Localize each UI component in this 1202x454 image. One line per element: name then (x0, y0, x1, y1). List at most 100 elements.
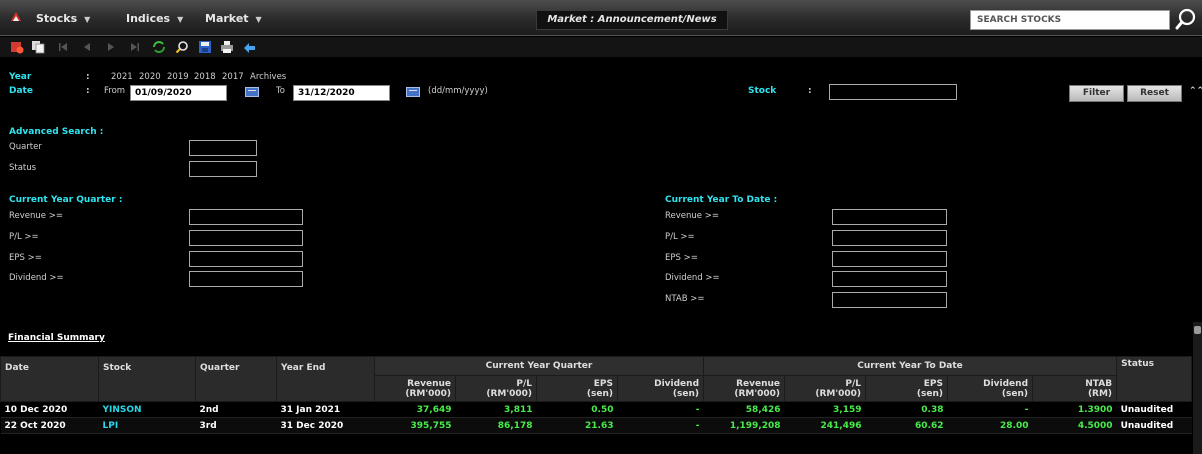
cyq-eps-field[interactable] (189, 251, 303, 267)
cell-q-dividend: - (617, 417, 704, 434)
cytd-revenue-field[interactable] (832, 209, 947, 225)
cyq-revenue-field[interactable] (189, 209, 303, 225)
cell-date: 22 Oct 2020 (0, 417, 99, 434)
calendar-icon[interactable] (406, 87, 420, 97)
cell-ytd-revenue: 58,426 (703, 401, 785, 418)
menu-indices[interactable]: Indices ▼ (126, 12, 183, 25)
colon: : (808, 86, 812, 96)
back-icon[interactable] (243, 40, 257, 54)
cytd-ntab-label: NTAB >= (665, 294, 705, 304)
cytd-revenue-label: Revenue >= (665, 211, 719, 221)
col-year-end[interactable]: Year End (276, 356, 375, 402)
current-year-to-date-title: Current Year To Date : (665, 195, 778, 205)
status-field[interactable] (189, 161, 257, 177)
to-date-field[interactable] (293, 85, 390, 101)
col-q-pl[interactable]: P/L (RM'000) (455, 375, 537, 402)
cytd-pl-field[interactable] (832, 230, 947, 246)
first-icon[interactable] (56, 40, 70, 54)
scrollbar-thumb[interactable] (1194, 326, 1201, 334)
year-link-archives[interactable]: Archives (250, 72, 286, 82)
find-icon[interactable] (175, 40, 189, 54)
cytd-eps-field[interactable] (832, 251, 947, 267)
year-link-2019[interactable]: 2019 (167, 72, 189, 82)
col-date[interactable]: Date (0, 356, 99, 402)
chevron-down-icon: ▼ (255, 15, 262, 24)
col-ntab[interactable]: NTAB (RM) (1032, 375, 1118, 402)
cell-q-revenue: 395,755 (374, 417, 456, 434)
col-q-revenue[interactable]: Revenue (RM'000) (374, 375, 456, 402)
stop-icon[interactable] (10, 40, 24, 54)
cyq-dividend-label: Dividend >= (9, 273, 64, 283)
reset-button[interactable]: Reset (1127, 85, 1182, 102)
cyq-dividend-field[interactable] (189, 271, 303, 287)
chevron-down-icon: ▼ (84, 15, 91, 24)
financial-summary-table: Date Stock Quarter Year End Current Year… (0, 356, 1193, 434)
last-icon[interactable] (128, 40, 142, 54)
col-ytd-eps[interactable]: EPS (sen) (865, 375, 949, 402)
col-ytd-revenue[interactable]: Revenue (RM'000) (703, 375, 786, 402)
col-q-eps[interactable]: EPS (sen) (536, 375, 618, 402)
year-link-2017[interactable]: 2017 (222, 72, 244, 82)
current-year-quarter-title: Current Year Quarter : (9, 195, 123, 205)
cytd-ntab-field[interactable] (832, 292, 947, 308)
cell-ytd-dividend: 28.00 (947, 417, 1033, 434)
date-format-hint: (dd/mm/yyyy) (428, 86, 488, 96)
year-link-2021[interactable]: 2021 (111, 72, 133, 82)
col-stock[interactable]: Stock (98, 356, 196, 402)
chevron-down-icon: ▼ (177, 15, 184, 24)
filter-button[interactable]: Filter (1069, 85, 1124, 102)
cell-date: 10 Dec 2020 (0, 401, 99, 418)
cell-ytd-pl: 241,496 (784, 417, 866, 434)
cyq-pl-label: P/L >= (9, 232, 39, 242)
cell-ytd-revenue: 1,199,208 (703, 417, 785, 434)
cyq-eps-label: EPS >= (9, 253, 42, 263)
prev-icon[interactable] (80, 40, 94, 54)
advanced-search-title: Advanced Search : (9, 127, 104, 137)
col-q-dividend[interactable]: Dividend (sen) (616, 375, 705, 402)
stock-field[interactable] (829, 84, 957, 100)
col-ytd-pl[interactable]: P/L (RM'000) (784, 375, 867, 402)
col-quarter[interactable]: Quarter (195, 356, 277, 402)
table-row[interactable]: 22 Oct 2020 LPI 3rd 31 Dec 2020 395,755 … (0, 417, 1192, 434)
cell-ntab: 1.3900 (1032, 401, 1117, 418)
search-input[interactable] (970, 10, 1170, 30)
print-icon[interactable] (220, 40, 234, 54)
col-ytd-dividend[interactable]: Dividend (sen) (947, 375, 1034, 402)
table-row[interactable]: 10 Dec 2020 YINSON 2nd 31 Jan 2021 37,64… (0, 401, 1192, 418)
collapse-icon[interactable]: ⌃⌃ (1189, 86, 1202, 96)
cyq-pl-field[interactable] (189, 230, 303, 246)
cell-ytd-dividend: - (947, 401, 1033, 418)
cyq-revenue-label: Revenue >= (9, 211, 63, 221)
year-link-2020[interactable]: 2020 (139, 72, 161, 82)
search-icon[interactable] (1174, 7, 1198, 31)
cell-q-revenue: 37,649 (374, 401, 456, 418)
year-link-2018[interactable]: 2018 (194, 72, 216, 82)
vertical-scrollbar[interactable] (1193, 322, 1202, 454)
cell-stock-link[interactable]: LPI (98, 417, 196, 434)
top-menu-bar: Stocks ▼ Indices ▼ Market ▼ Market : Announ… (0, 0, 1202, 36)
cell-q-pl: 3,811 (455, 401, 537, 418)
calendar-icon[interactable] (245, 87, 259, 97)
group-current-year-to-date: Current Year To Date (703, 356, 1118, 376)
cell-ytd-eps: 0.38 (865, 401, 948, 418)
stock-label: Stock (748, 86, 777, 96)
next-icon[interactable] (104, 40, 118, 54)
toolbar (0, 37, 1202, 57)
cell-ntab: 4.5000 (1032, 417, 1117, 434)
menu-stocks[interactable]: Stocks ▼ (36, 12, 90, 25)
quarter-field[interactable] (189, 140, 257, 156)
cell-q-eps: 0.50 (536, 401, 618, 418)
copy-icon[interactable] (31, 40, 45, 54)
refresh-icon[interactable] (152, 40, 166, 54)
cell-stock-link[interactable]: YINSON (98, 401, 196, 418)
group-current-year-quarter: Current Year Quarter (373, 356, 705, 376)
menu-market[interactable]: Market ▼ (205, 12, 262, 25)
save-icon[interactable] (198, 40, 212, 54)
page-title: Market : Announcement/News (536, 10, 728, 30)
cell-ytd-eps: 60.62 (865, 417, 948, 434)
cell-status: Unaudited (1116, 401, 1192, 418)
from-date-field[interactable] (130, 85, 227, 101)
cytd-dividend-field[interactable] (832, 271, 947, 287)
status-label: Status (9, 163, 37, 173)
col-status[interactable]: Status (1116, 356, 1193, 402)
